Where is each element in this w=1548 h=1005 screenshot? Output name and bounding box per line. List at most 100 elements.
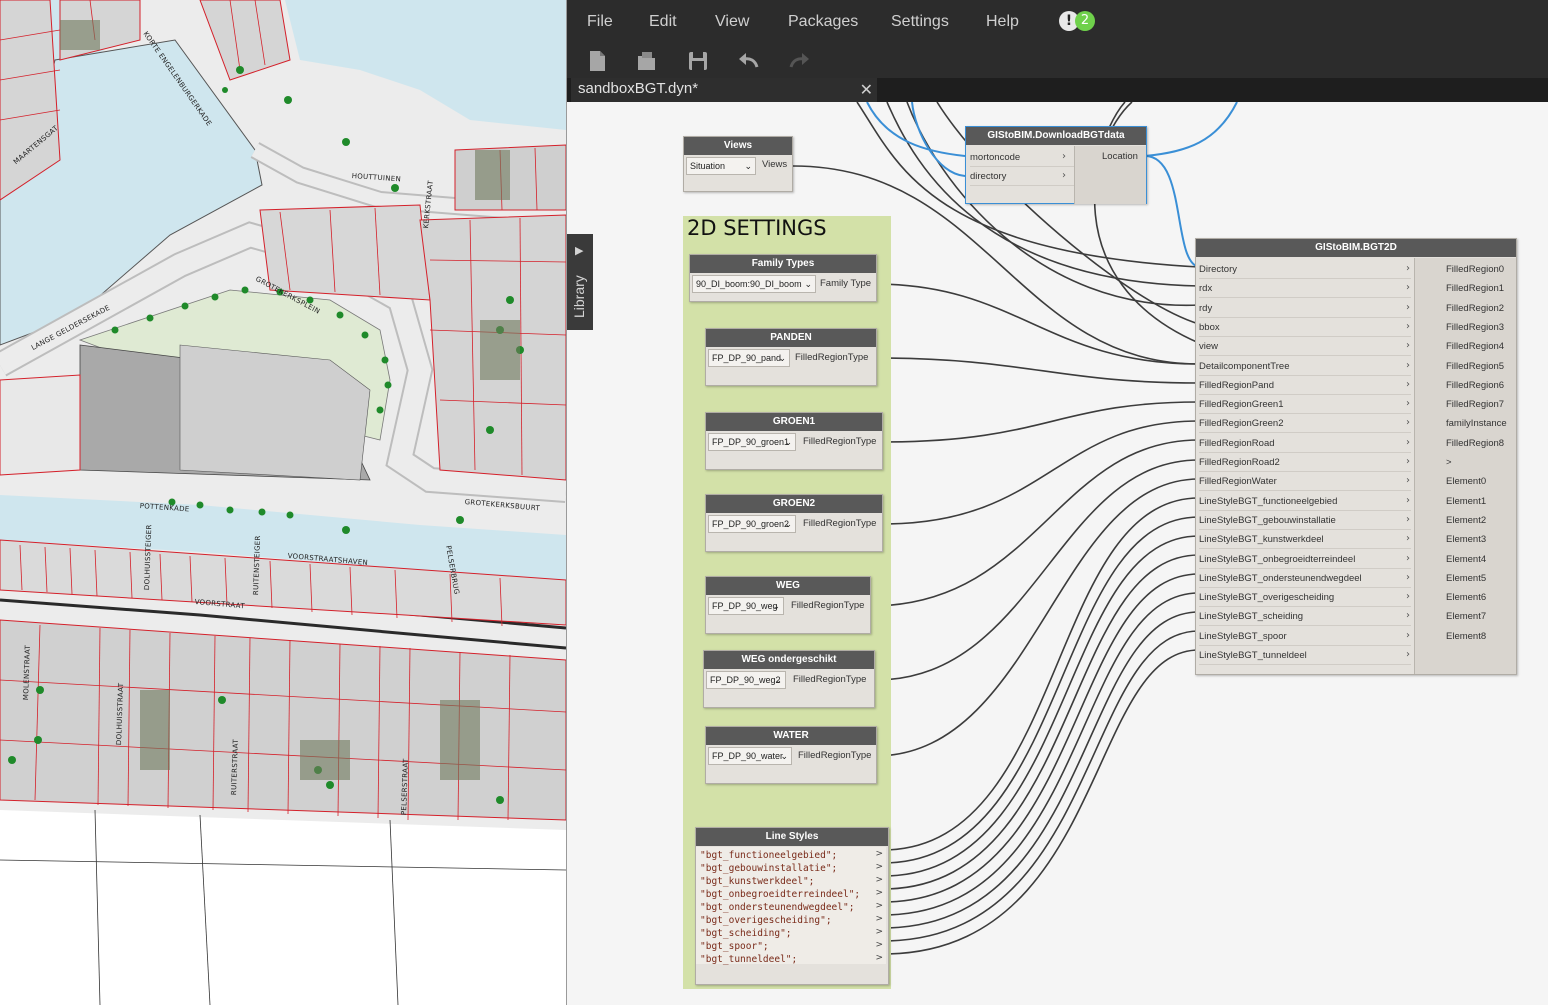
- node-download-bgt-data[interactable]: GIStoBIM.DownloadBGTdata mortoncode › di…: [965, 126, 1147, 204]
- save-button[interactable]: [684, 48, 712, 74]
- output-port-arrow[interactable]: >: [875, 914, 883, 924]
- input-port[interactable]: LineStyleBGT_tunneldeel: [1199, 646, 1411, 665]
- output-port[interactable]: Element3: [1446, 530, 1486, 549]
- panden-dropdown[interactable]: FP_DP_90_pand ⌄: [708, 349, 790, 367]
- groen1-dropdown[interactable]: FP_DP_90_groen1 ⌄: [708, 433, 796, 451]
- menu-file[interactable]: File: [587, 13, 613, 31]
- output-port[interactable]: FilledRegion4: [1446, 337, 1504, 356]
- output-port-arrow[interactable]: >: [875, 940, 883, 950]
- output-port-filled-region-type[interactable]: FilledRegionType: [795, 352, 868, 363]
- output-port[interactable]: FilledRegion8: [1446, 434, 1504, 453]
- map-view[interactable]: KORTE ENGELENBURGERKADE MAARTENSGAT HOUT…: [0, 0, 566, 1005]
- output-port-filled-region-type[interactable]: FilledRegionType: [803, 436, 876, 447]
- output-port[interactable]: Element7: [1446, 607, 1486, 626]
- output-port-arrow[interactable]: >: [875, 888, 883, 898]
- node-line-styles[interactable]: Line Styles "bgt_functioneelgebied"; > "…: [695, 827, 889, 985]
- output-port-arrow[interactable]: >: [875, 901, 883, 911]
- output-port[interactable]: FilledRegion0: [1446, 260, 1504, 279]
- node-views[interactable]: Views Situation ⌄ Views: [683, 136, 793, 192]
- output-port[interactable]: FilledRegion5: [1446, 357, 1504, 376]
- input-port-directory[interactable]: directory: [970, 167, 1074, 186]
- node-gistobim-bgt2d[interactable]: GIStoBIM.BGT2D Directory › rdx › rdy › bbox › vi…: [1195, 238, 1517, 675]
- output-port[interactable]: FilledRegion2: [1446, 299, 1504, 318]
- input-port[interactable]: FilledRegionRoad: [1199, 434, 1411, 453]
- menu-help[interactable]: Help: [986, 13, 1019, 31]
- close-icon[interactable]: ✕: [860, 80, 873, 99]
- output-port[interactable]: FilledRegion1: [1446, 279, 1504, 298]
- node-weg[interactable]: WEG FP_DP_90_weg ⌄ FilledRegionType: [705, 576, 871, 634]
- input-port[interactable]: FilledRegionGreen1: [1199, 395, 1411, 415]
- output-port-arrow[interactable]: >: [875, 875, 883, 885]
- input-port[interactable]: LineStyleBGT_kunstwerkdeel: [1199, 530, 1411, 550]
- output-port[interactable]: FilledRegion6: [1446, 376, 1504, 395]
- input-port[interactable]: LineStyleBGT_gebouwinstallatie: [1199, 511, 1411, 530]
- input-port[interactable]: Directory: [1199, 260, 1411, 279]
- output-port-arrow[interactable]: >: [875, 953, 883, 963]
- output-port[interactable]: Element6: [1446, 588, 1486, 607]
- menu-view[interactable]: View: [715, 13, 749, 31]
- node-family-types[interactable]: Family Types 90_DI_boom:90_DI_boom ⌄ Fam…: [689, 254, 877, 302]
- workspace-canvas[interactable]: 2D SETTINGS Views Situation ⌄ Views GISt…: [567, 102, 1548, 1005]
- output-port-filled-region-type[interactable]: FilledRegionType: [793, 674, 866, 685]
- output-port[interactable]: >: [1446, 453, 1452, 472]
- output-port-filled-region-type[interactable]: FilledRegionType: [803, 518, 876, 529]
- library-toggle[interactable]: ▶ Library: [567, 234, 593, 330]
- output-port-arrow[interactable]: >: [875, 927, 883, 937]
- output-port[interactable]: familyInstance: [1446, 414, 1507, 433]
- weg-ondergeschikt-dropdown[interactable]: FP_DP_90_weg2 ⌄: [706, 671, 786, 689]
- undo-button[interactable]: [735, 48, 763, 74]
- water-dropdown[interactable]: FP_DP_90_water ⌄: [708, 747, 792, 765]
- input-port[interactable]: LineStyleBGT_spoor: [1199, 627, 1411, 646]
- output-port[interactable]: Element2: [1446, 511, 1486, 530]
- output-port[interactable]: FilledRegion3: [1446, 318, 1504, 337]
- output-port-filled-region-type[interactable]: FilledRegionType: [798, 750, 871, 761]
- node-groen2[interactable]: GROEN2 FP_DP_90_groen2 ⌄ FilledRegionTyp…: [705, 494, 883, 552]
- new-file-button[interactable]: [583, 48, 611, 74]
- input-port[interactable]: LineStyleBGT_overigescheiding: [1199, 588, 1411, 608]
- menu-edit[interactable]: Edit: [649, 13, 677, 31]
- output-port[interactable]: Element8: [1446, 627, 1486, 646]
- weg-dropdown[interactable]: FP_DP_90_weg ⌄: [708, 597, 784, 615]
- groen2-dropdown[interactable]: FP_DP_90_groen2 ⌄: [708, 515, 796, 533]
- input-port[interactable]: LineStyleBGT_ondersteunendwegdeel: [1199, 569, 1411, 588]
- output-port[interactable]: Element4: [1446, 550, 1486, 569]
- node-weg-ondergeschikt[interactable]: WEG ondergeschikt FP_DP_90_weg2 ⌄ Filled…: [703, 650, 875, 708]
- output-port-arrow[interactable]: >: [875, 849, 883, 859]
- input-port[interactable]: LineStyleBGT_scheiding: [1199, 607, 1411, 627]
- input-port[interactable]: LineStyleBGT_onbegroeidterreindeel: [1199, 550, 1411, 569]
- input-port[interactable]: DetailcomponentTree: [1199, 357, 1411, 376]
- views-dropdown[interactable]: Situation ⌄: [686, 157, 756, 175]
- input-port[interactable]: FilledRegionGreen2: [1199, 414, 1411, 434]
- redo-button[interactable]: [785, 48, 813, 74]
- output-port-filled-region-type[interactable]: FilledRegionType: [791, 600, 864, 611]
- input-port[interactable]: rdx: [1199, 279, 1411, 299]
- output-port[interactable]: Element1: [1446, 492, 1486, 511]
- node-groen1[interactable]: GROEN1 FP_DP_90_groen1 ⌄ FilledRegionTyp…: [705, 412, 883, 470]
- code-block-editor[interactable]: "bgt_functioneelgebied"; > "bgt_gebouwin…: [696, 847, 886, 965]
- menu-bar: File Edit View Packages Settings Help ! …: [567, 0, 1548, 44]
- input-port[interactable]: FilledRegionWater: [1199, 472, 1411, 492]
- chevron-down-icon: ⌄: [804, 279, 812, 289]
- input-port[interactable]: LineStyleBGT_functioneelgebied: [1199, 492, 1411, 511]
- tab-sandboxbgt[interactable]: sandboxBGT.dyn* ✕: [571, 78, 877, 102]
- input-port-mortoncode[interactable]: mortoncode: [970, 148, 1074, 167]
- output-port[interactable]: FilledRegion7: [1446, 395, 1504, 414]
- output-port-arrow[interactable]: >: [875, 862, 883, 872]
- output-port-views[interactable]: Views: [762, 159, 787, 170]
- input-port[interactable]: view: [1199, 337, 1411, 357]
- input-port[interactable]: bbox: [1199, 318, 1411, 337]
- output-port-location[interactable]: Location: [1102, 151, 1138, 162]
- chevron-right-icon: ›: [1406, 340, 1410, 352]
- input-port[interactable]: FilledRegionRoad2: [1199, 453, 1411, 472]
- menu-packages[interactable]: Packages: [788, 13, 858, 31]
- open-file-button[interactable]: [633, 48, 661, 74]
- output-port[interactable]: Element0: [1446, 472, 1486, 491]
- output-port-family-type[interactable]: Family Type: [820, 278, 871, 289]
- node-water[interactable]: WATER FP_DP_90_water ⌄ FilledRegionType: [705, 726, 877, 784]
- input-port[interactable]: FilledRegionPand: [1199, 376, 1411, 395]
- input-port[interactable]: rdy: [1199, 299, 1411, 318]
- menu-settings[interactable]: Settings: [891, 13, 949, 31]
- output-port[interactable]: Element5: [1446, 569, 1486, 588]
- family-type-dropdown[interactable]: 90_DI_boom:90_DI_boom ⌄: [692, 275, 816, 293]
- node-panden[interactable]: PANDEN FP_DP_90_pand ⌄ FilledRegionType: [705, 328, 877, 386]
